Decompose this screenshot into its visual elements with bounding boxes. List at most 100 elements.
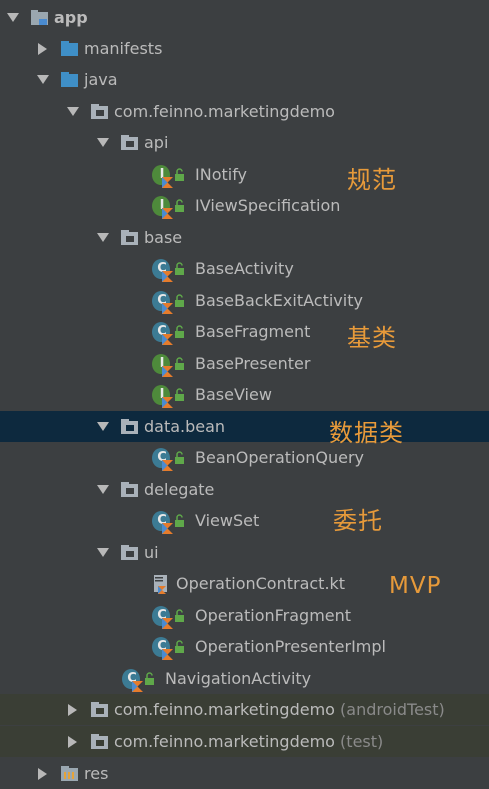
collapse-arrow-icon[interactable] — [36, 767, 50, 781]
collapse-arrow-icon[interactable] — [36, 42, 50, 56]
resource-folder-icon — [60, 765, 78, 783]
package-name: com.feinno.marketingdemo — [114, 732, 335, 751]
tree-node-label: com.feinno.marketingdemo — [114, 102, 335, 121]
kotlin-class-icon: C — [152, 510, 173, 534]
expand-arrow-icon[interactable] — [96, 231, 110, 245]
package-icon — [120, 544, 138, 562]
public-lock-icon — [175, 514, 184, 527]
package-icon — [90, 103, 108, 121]
package-icon — [120, 229, 138, 247]
collapse-arrow-icon[interactable] — [66, 703, 80, 717]
tree-node-label: com.feinno.marketingdemo (test) — [114, 732, 383, 751]
tree-node-label: BaseBackExitActivity — [195, 291, 363, 310]
tree-node-label: delegate — [144, 480, 215, 499]
tree-node-inotify[interactable]: I INotify — [0, 159, 489, 190]
kotlin-file-icon — [152, 574, 170, 594]
expand-arrow-icon[interactable] — [96, 136, 110, 150]
tree-node-java[interactable]: java — [0, 64, 489, 95]
annotation-base: 基类 — [347, 324, 397, 352]
expand-arrow-icon[interactable] — [6, 11, 20, 25]
expand-arrow-icon[interactable] — [96, 546, 110, 560]
public-lock-icon — [175, 357, 184, 370]
annotation-data: 数据类 — [329, 419, 404, 447]
module-folder-icon — [30, 9, 48, 27]
tree-node-label: BaseActivity — [195, 259, 294, 278]
expand-arrow-icon[interactable] — [66, 105, 80, 119]
expand-arrow-icon[interactable] — [96, 420, 110, 434]
expand-arrow-icon[interactable] — [96, 483, 110, 497]
tree-node-baseactivity[interactable]: C BaseActivity — [0, 253, 489, 284]
kotlin-class-icon: C — [152, 605, 173, 629]
annotation-spec: 规范 — [347, 166, 397, 194]
kotlin-class-icon: C — [152, 321, 173, 345]
kotlin-class-icon: C — [152, 636, 173, 660]
tree-node-app[interactable]: app — [0, 2, 489, 33]
kotlin-interface-icon: I — [152, 353, 173, 377]
tree-node-label: app — [54, 8, 88, 27]
kotlin-interface-icon: I — [152, 164, 173, 188]
public-lock-icon — [175, 451, 184, 464]
kotlin-class-icon: C — [152, 258, 173, 282]
package-icon — [90, 701, 108, 719]
tree-node-basefragment[interactable]: C BaseFragment — [0, 316, 489, 347]
public-lock-icon — [175, 294, 184, 307]
tree-node-res[interactable]: res — [0, 758, 489, 789]
tree-node-data-bean[interactable]: data.bean — [0, 411, 489, 442]
kotlin-interface-icon: I — [152, 195, 173, 219]
tree-node-label: manifests — [84, 39, 163, 58]
public-lock-icon — [175, 262, 184, 275]
tree-node-label: INotify — [195, 165, 248, 184]
tree-node-basebackexitactivity[interactable]: C BaseBackExitActivity — [0, 285, 489, 316]
tree-node-iviewspecification[interactable]: I IViewSpecification — [0, 190, 489, 221]
tree-node-ui[interactable]: ui — [0, 537, 489, 568]
tree-node-label: res — [84, 764, 109, 783]
source-set-suffix: (androidTest) — [340, 700, 445, 719]
tree-node-package-test[interactable]: com.feinno.marketingdemo (test) — [0, 726, 489, 757]
tree-node-operationfragment[interactable]: C OperationFragment — [0, 600, 489, 631]
tree-node-label: com.feinno.marketingdemo (androidTest) — [114, 700, 445, 719]
blue-folder-icon — [60, 40, 78, 58]
public-lock-icon — [175, 388, 184, 401]
tree-node-navigationactivity[interactable]: C NavigationActivity — [0, 663, 489, 694]
tree-node-label: BasePresenter — [195, 354, 311, 373]
annotation-mvp: MVP — [389, 573, 442, 599]
tree-node-label: NavigationActivity — [165, 669, 312, 688]
tree-node-label: OperationPresenterImpl — [195, 637, 386, 656]
tree-node-label: BaseView — [195, 385, 272, 404]
public-lock-icon — [175, 199, 184, 212]
tree-node-basepresenter[interactable]: I BasePresenter — [0, 348, 489, 379]
tree-node-beanoperationquery[interactable]: C BeanOperationQuery — [0, 442, 489, 473]
tree-node-label: api — [144, 133, 169, 152]
tree-node-label: BaseFragment — [195, 322, 311, 341]
public-lock-icon — [175, 640, 184, 653]
tree-node-base[interactable]: base — [0, 222, 489, 253]
tree-node-operationpresenterimpl[interactable]: C OperationPresenterImpl — [0, 631, 489, 662]
public-lock-icon — [145, 672, 154, 685]
tree-node-label: BeanOperationQuery — [195, 448, 365, 467]
expand-arrow-icon[interactable] — [36, 73, 50, 87]
kotlin-class-icon: C — [122, 668, 143, 692]
kotlin-class-icon: C — [152, 290, 173, 314]
package-icon — [120, 134, 138, 152]
tree-node-delegate[interactable]: delegate — [0, 474, 489, 505]
tree-node-label: data.bean — [144, 417, 226, 436]
tree-node-manifests[interactable]: manifests — [0, 33, 489, 64]
tree-node-package-androidtest[interactable]: com.feinno.marketingdemo (androidTest) — [0, 694, 489, 725]
tree-node-viewset[interactable]: C ViewSet — [0, 505, 489, 536]
package-icon — [90, 733, 108, 751]
collapse-arrow-icon[interactable] — [66, 735, 80, 749]
tree-node-baseview[interactable]: I BaseView — [0, 379, 489, 410]
tree-node-label: ViewSet — [195, 511, 260, 530]
tree-node-label: OperationFragment — [195, 606, 352, 625]
kotlin-class-icon: C — [152, 447, 173, 471]
package-icon — [120, 418, 138, 436]
tree-node-api[interactable]: api — [0, 127, 489, 158]
package-icon — [120, 481, 138, 499]
public-lock-icon — [175, 168, 184, 181]
tree-node-package-main[interactable]: com.feinno.marketingdemo — [0, 96, 489, 127]
package-name: com.feinno.marketingdemo — [114, 700, 335, 719]
tree-node-label: base — [144, 228, 183, 247]
annotation-delegate: 委托 — [333, 507, 383, 535]
tree-node-label: java — [84, 70, 118, 89]
source-set-suffix: (test) — [340, 732, 384, 751]
